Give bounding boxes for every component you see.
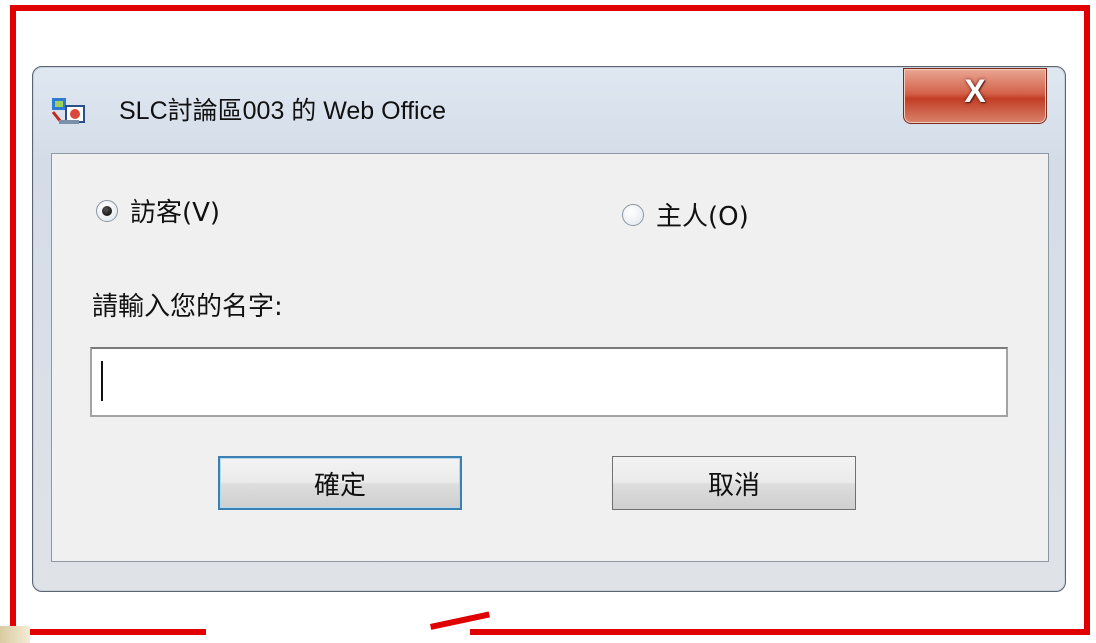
radio-guest[interactable]: 訪客(V) <box>96 192 220 229</box>
window-title: SLC討論區003 的 Web Office <box>119 97 446 125</box>
dialog-content: 訪客(V) 主人(O) 請輸入您的名字: 確定 取消 <box>51 153 1049 562</box>
close-button[interactable]: X <box>903 68 1047 124</box>
name-input[interactable] <box>90 347 1008 417</box>
radio-guest-button[interactable] <box>96 199 118 222</box>
radio-guest-label[interactable]: 訪客(V) <box>130 192 220 229</box>
web-office-dialog: SLC討論區003 的 Web Office X 訪客(V) 主人(O) 請輸入… <box>32 66 1066 592</box>
background-fragment <box>0 626 30 643</box>
text-caret <box>101 361 103 401</box>
web-office-app-icon <box>51 96 85 126</box>
frame-bottom-right <box>470 629 1090 643</box>
radio-host-label[interactable]: 主人(O) <box>656 196 749 233</box>
ok-button[interactable]: 確定 <box>218 456 462 510</box>
radio-host-button[interactable] <box>622 203 644 226</box>
radio-host[interactable]: 主人(O) <box>622 196 749 233</box>
name-prompt-label: 請輸入您的名字: <box>92 292 283 322</box>
frame-bottom-left <box>10 629 206 643</box>
cancel-button[interactable]: 取消 <box>612 456 856 510</box>
close-icon: X <box>964 73 986 109</box>
